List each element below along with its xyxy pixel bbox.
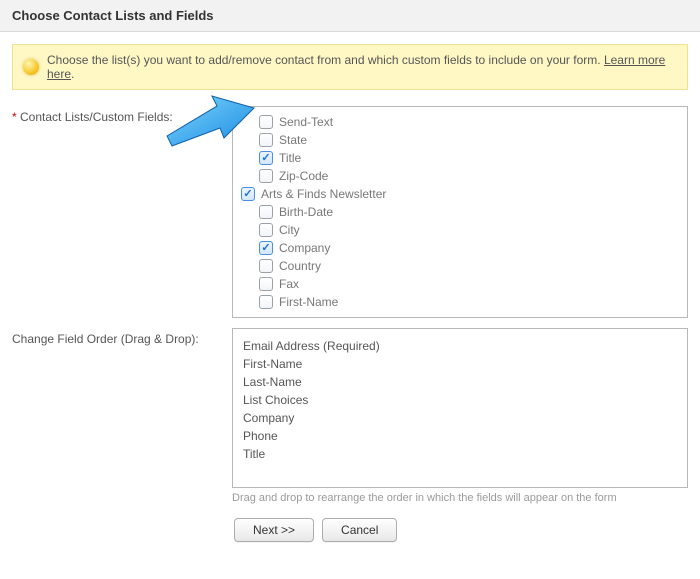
button-row: Next >> Cancel — [234, 518, 688, 542]
checklist-item: First-Name — [241, 293, 679, 311]
checkbox[interactable] — [259, 115, 273, 129]
checkbox[interactable] — [259, 259, 273, 273]
checklist-item-label: Company — [279, 241, 330, 255]
checklist-item-label: State — [279, 133, 307, 147]
checkbox[interactable] — [259, 277, 273, 291]
order-item[interactable]: Phone — [243, 427, 677, 445]
checklist-item: Birth-Date — [241, 203, 679, 221]
field-order-list[interactable]: Email Address (Required)First-NameLast-N… — [232, 328, 688, 488]
change-order-body: Email Address (Required)First-NameLast-N… — [232, 328, 688, 504]
checklist-item-label: Send-Text — [279, 115, 333, 129]
checklist-item-label: Birth-Date — [279, 205, 333, 219]
fields-checkbox-list: Send-Text State Title Zip-Code Arts & Finds … — [232, 106, 688, 318]
cancel-button[interactable]: Cancel — [322, 518, 397, 542]
checklist-item: Title — [241, 149, 679, 167]
order-item[interactable]: Email Address (Required) — [243, 337, 677, 355]
checkbox[interactable] — [259, 169, 273, 183]
checklist-item-label: Country — [279, 259, 321, 273]
page-title-text: Choose Contact Lists and Fields — [12, 8, 214, 23]
checkbox[interactable] — [259, 295, 273, 309]
checklist-item-label: Fax — [279, 277, 299, 291]
change-order-label-text: Change Field Order (Drag & Drop): — [12, 332, 199, 346]
change-order-row: Change Field Order (Drag & Drop): Email … — [12, 328, 688, 504]
checkbox[interactable] — [259, 205, 273, 219]
contact-lists-label-text: Contact Lists/Custom Fields: — [20, 110, 173, 124]
checklist-item: Zip-Code — [241, 167, 679, 185]
order-item[interactable]: Title — [243, 445, 677, 463]
contact-lists-body: Send-Text State Title Zip-Code Arts & Finds … — [232, 106, 688, 318]
checkbox[interactable] — [259, 133, 273, 147]
info-text-body: Choose the list(s) you want to add/remov… — [47, 53, 604, 67]
contact-lists-label: * Contact Lists/Custom Fields: — [12, 106, 232, 124]
order-hint: Drag and drop to rearrange the order in … — [232, 492, 688, 504]
checklist-item-label: Zip-Code — [279, 169, 328, 183]
lightbulb-icon — [23, 59, 39, 75]
order-item[interactable]: First-Name — [243, 355, 677, 373]
checklist-item-label: City — [279, 223, 300, 237]
change-order-label: Change Field Order (Drag & Drop): — [12, 328, 232, 346]
checklist-item: City — [241, 221, 679, 239]
checklist-item-label: Arts & Finds Newsletter — [261, 187, 386, 201]
content-area: Choose the list(s) you want to add/remov… — [0, 32, 700, 562]
checklist-item: State — [241, 131, 679, 149]
checklist-item: Send-Text — [241, 113, 679, 131]
checklist-item: Fax — [241, 275, 679, 293]
next-button[interactable]: Next >> — [234, 518, 314, 542]
required-asterisk: * — [12, 110, 17, 124]
info-banner: Choose the list(s) you want to add/remov… — [12, 44, 688, 90]
checklist-item-label: Title — [279, 151, 301, 165]
contact-lists-row: * Contact Lists/Custom Fields: Send-Text… — [12, 106, 688, 318]
order-item[interactable]: List Choices — [243, 391, 677, 409]
page-title: Choose Contact Lists and Fields — [0, 0, 700, 32]
order-item[interactable]: Last-Name — [243, 373, 677, 391]
checkbox[interactable] — [259, 151, 273, 165]
info-text: Choose the list(s) you want to add/remov… — [47, 53, 677, 81]
checkbox[interactable] — [241, 187, 255, 201]
checklist-item: Arts & Finds Newsletter — [241, 185, 679, 203]
checklist-item: Company — [241, 239, 679, 257]
checkbox[interactable] — [259, 223, 273, 237]
order-item[interactable]: Company — [243, 409, 677, 427]
checklist-item: Country — [241, 257, 679, 275]
checklist-item-label: First-Name — [279, 295, 338, 309]
checkbox[interactable] — [259, 241, 273, 255]
